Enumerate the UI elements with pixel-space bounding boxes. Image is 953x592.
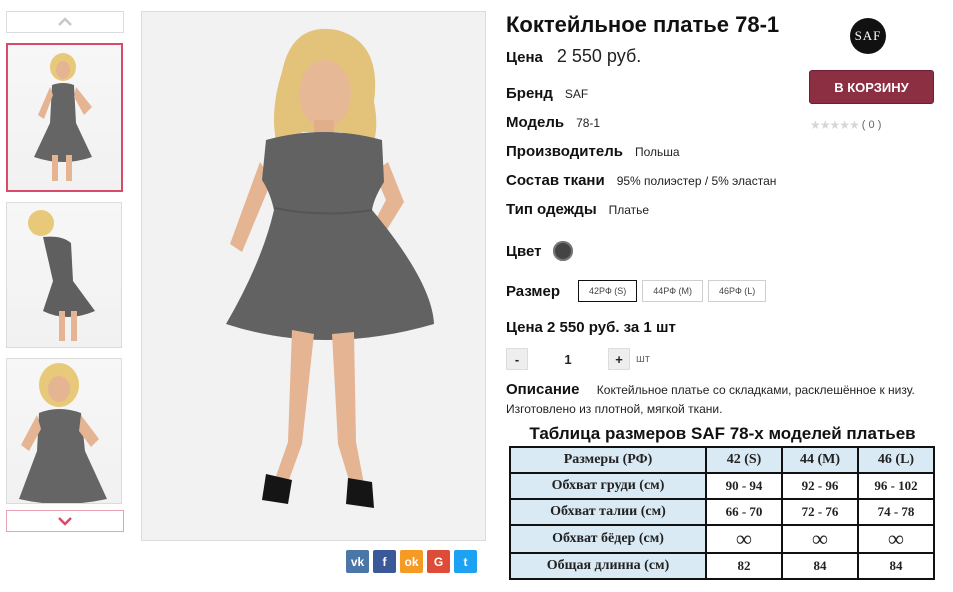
size-table-header-cell: Размеры (РФ) [509,446,707,474]
property-model: Модель 78-1 [506,114,600,131]
thumbnail-1[interactable] [6,43,123,192]
color-selector: Цвет [506,241,574,261]
size-table-cell: 82 [705,552,783,580]
price-label: Цена [506,49,543,66]
property-type: Тип одежды Платье [506,201,649,218]
size-table-cell: ∞ [705,524,783,554]
thumbnail-3[interactable] [6,358,122,504]
price-line: Цена 2 550 руб. [506,46,946,67]
property-value: 78-1 [576,116,601,130]
vk-share-icon[interactable]: vk [346,550,369,573]
color-swatch-gray[interactable] [553,241,574,261]
dress-model-image [142,12,485,540]
property-brand: Бренд SAF [506,85,588,102]
product-title: Коктейльное платье 78-1 [506,12,780,37]
size-option-m[interactable]: 44РФ (M) [642,280,704,302]
property-value: Платье [608,203,650,217]
size-table-cell: 84 [781,552,859,580]
price-per-unit-line: Цена 2 550 руб. за 1 шт [506,319,676,336]
size-table-row-label: Обхват бёдер (см) [509,524,707,554]
odnoklassniki-share-icon[interactable]: ok [400,550,423,573]
price-per-unit: Цена 2 550 руб. за 1 шт [506,319,676,336]
size-table-header-cell: 42 (S) [705,446,783,474]
thumbnail-2[interactable] [6,202,122,348]
size-table-cell: 72 - 76 [781,498,859,526]
size-table-row-label: Обхват груди (см) [509,472,707,500]
color-label: Цвет [506,242,542,260]
property-label: Бренд [506,85,553,102]
description-label: Описание [506,381,580,398]
size-table-cell: 74 - 78 [857,498,935,526]
size-table-cell: ∞ [781,524,859,554]
size-selector: Размер 42РФ (S) 44РФ (M) 46РФ (L) [506,280,767,302]
property-label: Состав ткани [506,172,605,189]
size-table-row-label: Общая длинна (см) [509,552,707,580]
size-table-row: Обхват груди (см) 90 - 94 92 - 96 96 - 1… [509,472,935,500]
quantity-increase-button[interactable]: + [608,348,630,370]
share-buttons: vk f ok G t [346,550,477,573]
size-options: 42РФ (S) 44РФ (M) 46РФ (L) [578,280,767,302]
size-table-cell: 66 - 70 [705,498,783,526]
size-table-cell: ∞ [857,524,935,554]
size-table-row: Обхват талии (см) 66 - 70 72 - 76 74 - 7… [509,498,935,526]
description: Описание Коктейльное платье со складками… [506,380,936,419]
twitter-share-icon[interactable]: t [454,550,477,573]
size-table-cell: 84 [857,552,935,580]
size-option-s[interactable]: 42РФ (S) [578,280,638,302]
chevron-up-icon [58,17,72,26]
rating-count: ( 0 ) [861,119,882,131]
property-label: Производитель [506,143,623,160]
thumbnail-scroll-up-button[interactable] [6,11,124,33]
property-label: Тип одежды [506,201,597,218]
google-plus-share-icon[interactable]: G [427,550,450,573]
dress-side-thumbnail-image [28,210,95,341]
thumbnail-scroll-down-button[interactable] [6,510,124,532]
property-value: SAF [564,87,589,101]
property-value: 95% полиэстер / 5% эластан [616,174,777,188]
rating[interactable]: ★★★★★ ( 0 ) [810,118,881,132]
quantity-stepper: - 1 + шт [506,348,650,370]
quantity-unit: шт [636,353,650,365]
size-table-cell: 90 - 94 [705,472,783,500]
dress-closeup-thumbnail-image [19,363,107,503]
chevron-down-icon [58,517,72,526]
size-table: Размеры (РФ) 42 (S) 44 (M) 46 (L) Обхват… [509,446,935,580]
size-table-header-row: Размеры (РФ) 42 (S) 44 (M) 46 (L) [509,446,935,474]
property-manufacturer: Производитель Польша [506,143,680,160]
size-table-cell: 96 - 102 [857,472,935,500]
quantity-value[interactable]: 1 [528,352,608,367]
size-table-header-cell: 46 (L) [857,446,935,474]
thumbnail-gallery [6,11,124,532]
rating-stars-icon: ★★★★★ [810,118,860,132]
size-option-l[interactable]: 46РФ (L) [708,280,767,302]
property-fabric: Состав ткани 95% полиэстер / 5% эластан [506,172,776,189]
size-table-row-label: Обхват талии (см) [509,498,707,526]
property-value: Польша [634,145,680,159]
quantity-decrease-button[interactable]: - [506,348,528,370]
main-product-photo[interactable] [141,11,486,541]
size-label: Размер [506,282,561,300]
add-to-cart-button[interactable]: В КОРЗИНУ [809,70,934,104]
size-table-title: Таблица размеров SAF 78-х моделей платье… [529,424,916,443]
size-table-row: Обхват бёдер (см) ∞ ∞ ∞ [509,524,935,554]
size-table-row: Общая длинна (см) 82 84 84 [509,552,935,580]
product-info: Коктейльное платье 78-1 Цена 2 550 руб. [506,10,946,67]
dress-front-thumbnail-image [34,53,92,181]
property-label: Модель [506,114,565,131]
price-value: 2 550 руб. [556,46,642,66]
facebook-share-icon[interactable]: f [373,550,396,573]
size-table-header-cell: 44 (M) [781,446,859,474]
size-table-cell: 92 - 96 [781,472,859,500]
